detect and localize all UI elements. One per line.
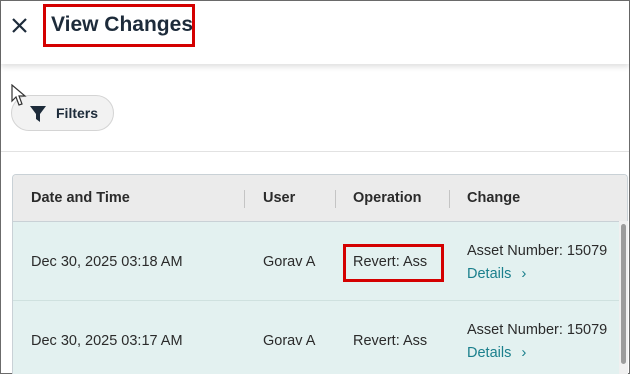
cell-user: Gorav A [263,333,316,349]
cell-datetime: Dec 30, 2025 03:17 AM [31,333,183,349]
column-header-date[interactable]: Date and Time [31,190,130,206]
chevron-right-icon: › [521,344,527,361]
details-label: Details [467,345,512,361]
cell-change: Asset Number: 15079 [467,243,608,259]
filters-label: Filters [56,105,99,121]
close-icon [12,18,27,33]
cell-datetime: Dec 30, 2025 03:18 AM [31,254,183,270]
column-separator[interactable] [244,190,245,208]
table-row[interactable]: Dec 30, 2025 03:17 AM Gorav A Revert: As… [13,301,627,374]
cell-change: Asset Number: 15079 [467,322,608,338]
cell-user: Gorav A [263,254,316,270]
column-header-user[interactable]: User [263,190,295,206]
changes-table: Date and Time User Operation Change Dec … [12,174,628,374]
table-row[interactable]: Dec 30, 2025 03:18 AM Gorav A Revert: As… [13,222,627,301]
divider [1,151,629,152]
page-title: View Changes [51,13,193,36]
filter-icon [30,106,46,122]
cell-operation: Revert: Ass [353,333,428,349]
details-link[interactable]: Details › [467,265,526,282]
mouse-cursor-icon [11,84,27,106]
header: View Changes [1,1,629,64]
column-header-operation[interactable]: Operation [353,190,421,206]
table-header: Date and Time User Operation Change [13,175,627,222]
details-link[interactable]: Details › [467,344,526,361]
operation-highlight-box [343,244,444,282]
details-label: Details [467,266,512,282]
chevron-right-icon: › [521,265,527,282]
column-separator[interactable] [335,190,336,208]
scrollbar-thumb[interactable] [621,224,626,364]
close-button[interactable] [9,15,31,37]
column-header-change[interactable]: Change [467,190,520,206]
column-separator[interactable] [449,190,450,208]
